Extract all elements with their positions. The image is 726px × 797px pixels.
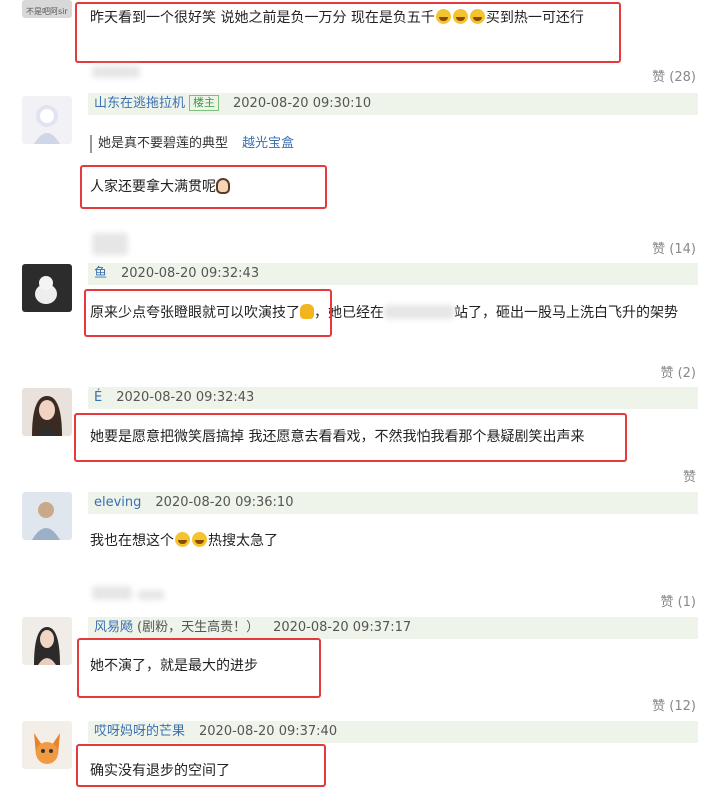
avatar[interactable] (22, 264, 72, 312)
avatar-image (32, 502, 60, 540)
timestamp: 2020-08-20 09:36:10 (155, 495, 294, 510)
comment-meta: É 2020-08-20 09:32:43 (88, 387, 698, 409)
quote-user-link[interactable]: 越光宝盒 (242, 136, 294, 151)
comment-meta: 鱼 2020-08-20 09:32:43 (88, 263, 698, 285)
avatar[interactable] (22, 96, 72, 144)
avatar-caption: 不是吧阿sir (26, 7, 68, 16)
like-button[interactable]: 赞 (12) (652, 695, 696, 714)
comment-text-main: 我也在想这个 (90, 533, 174, 549)
timestamp: 2020-08-20 09:32:43 (121, 266, 260, 281)
username[interactable]: 风易飏 (88, 620, 133, 635)
like-button[interactable]: 赞 (683, 466, 696, 485)
grin-emoji-icon (175, 532, 190, 547)
timestamp: 2020-08-20 09:30:10 (233, 96, 372, 111)
blurred-word (384, 305, 454, 319)
comment-meta: 风易飏 (剧粉，天生高贵！） 2020-08-20 09:37:17 (88, 617, 698, 639)
comment-text-rest: 站了，砸出一股马上洗白飞升的架势 (454, 305, 678, 321)
blurred-reply (92, 233, 128, 255)
grin-emoji-icon (192, 532, 207, 547)
avatar[interactable] (22, 721, 72, 769)
user-note: (剧粉，天生高贵！） (137, 620, 260, 635)
quote-text: 她是真不要碧莲的典型 (98, 136, 229, 151)
avatar-image (34, 105, 60, 144)
highlight-box (76, 744, 326, 787)
comment-meta: 山东在逃拖拉机 楼主 2020-08-20 09:30:10 (88, 93, 698, 115)
avatar-image (34, 627, 60, 665)
username[interactable]: É (88, 390, 102, 405)
op-badge: 楼主 (189, 95, 220, 111)
username[interactable]: 哎呀妈呀的芒果 (88, 724, 185, 739)
username[interactable]: eleving (88, 495, 141, 510)
highlight-box (74, 413, 627, 462)
avatar[interactable] (22, 617, 72, 665)
comment-text-rest: 热搜太急了 (208, 533, 278, 549)
highlight-box (75, 2, 621, 63)
timestamp: 2020-08-20 09:32:43 (116, 390, 255, 405)
like-button[interactable]: 赞 (1) (660, 591, 696, 610)
comment-meta: eleving 2020-08-20 09:36:10 (88, 492, 698, 514)
blurred-reply (138, 590, 164, 600)
username[interactable]: 山东在逃拖拉机 (88, 96, 185, 111)
avatar-image (35, 276, 57, 304)
timestamp: 2020-08-20 09:37:40 (199, 724, 338, 739)
blurred-reply (92, 586, 132, 600)
avatar-image (34, 733, 60, 764)
blurred-reply (92, 66, 140, 78)
highlight-box (80, 165, 327, 209)
like-button[interactable]: 赞 (28) (652, 66, 696, 85)
avatar-image (32, 396, 62, 436)
like-button[interactable]: 赞 (2) (660, 362, 696, 381)
timestamp: 2020-08-20 09:37:17 (273, 620, 412, 635)
like-button[interactable]: 赞 (14) (652, 238, 696, 257)
comment-text: 我也在想这个 热搜太急了 (90, 531, 278, 551)
highlight-box (77, 638, 321, 698)
avatar[interactable] (22, 388, 72, 436)
username[interactable]: 鱼 (88, 266, 107, 281)
avatar[interactable] (22, 492, 72, 540)
highlight-box (84, 289, 332, 337)
quoted-reply: 她是真不要碧莲的典型 越光宝盒 (90, 135, 294, 153)
comment-meta: 哎呀妈呀的芒果 2020-08-20 09:37:40 (88, 721, 698, 743)
